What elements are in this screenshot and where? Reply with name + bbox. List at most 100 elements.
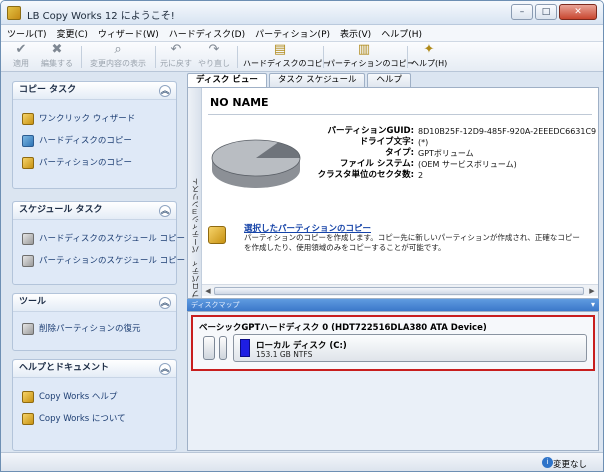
- sidebar-item-label: Copy Works ヘルプ: [39, 392, 118, 402]
- help-label: ヘルプ(H): [411, 59, 448, 68]
- minimize-button[interactable]: –: [511, 4, 533, 20]
- menu-view[interactable]: 表示(V): [340, 27, 371, 40]
- apply-button[interactable]: ✔ 適用: [7, 43, 35, 71]
- sidebar-item-label: ワンクリック ウィザード: [39, 114, 136, 124]
- info-value: GPTボリューム: [418, 149, 474, 158]
- partition-copy-icon: ▥: [357, 42, 371, 57]
- copy-disk-label: ハードディスクのコピー: [243, 59, 331, 68]
- partition-name: NO NAME: [210, 96, 269, 109]
- schedule-disk-icon: [22, 233, 34, 245]
- schedule-task-panel: スケジュール タスク ︽ ハードディスクのスケジュール コピー パーティションの…: [12, 201, 185, 285]
- chevron-down-icon[interactable]: ▾: [591, 299, 595, 311]
- hidden-partition-segment[interactable]: [219, 336, 227, 360]
- sidebar-item-restore-partition[interactable]: 削除パーティションの復元: [13, 318, 176, 340]
- redo-button[interactable]: ↷ やり直し: [197, 43, 231, 71]
- checkmark-icon: ✔: [15, 42, 27, 57]
- help-docs-title: ヘルプとドキュメント: [19, 363, 110, 373]
- collapse-icon[interactable]: ︽: [159, 297, 171, 309]
- wizard-icon: [22, 113, 34, 125]
- sidebar-item-partition-copy[interactable]: パーティションのコピー: [13, 152, 176, 174]
- schedule-partition-icon: [22, 255, 34, 267]
- copy-task-header[interactable]: コピー タスク ︽: [13, 82, 176, 100]
- tab-help[interactable]: ヘルプ: [367, 73, 411, 87]
- hidden-partition-segment[interactable]: [203, 336, 215, 360]
- help-button[interactable]: ✦ ヘルプ(H): [411, 43, 447, 71]
- edit-button[interactable]: ✖ 編集する: [39, 43, 75, 71]
- disk-entry[interactable]: ベーシックGPTハードディスク 0 (HDT722516DLA380 ATA D…: [191, 315, 595, 371]
- info-row: クラスタ単位のセクタ数: 2: [308, 170, 598, 181]
- tab-properties[interactable]: プロパティ: [190, 260, 201, 298]
- diskmap-header[interactable]: ディスクマップ ▾: [187, 299, 599, 311]
- menu-bar: ツール(T) 変更(C) ウィザード(W) ハードディスク(D) パーティション…: [1, 25, 603, 42]
- app-window: LB Copy Works 12 にようこそ! – □ ✕ ツール(T) 変更(…: [0, 0, 604, 472]
- window-controls: – □ ✕: [511, 4, 597, 20]
- menu-tools[interactable]: ツール(T): [7, 27, 47, 40]
- sidebar-item-schedule-disk-copy[interactable]: ハードディスクのスケジュール コピー: [13, 228, 185, 250]
- info-value: 8D10B25F-12D9-485F-920A-2EEEDC6631C9: [418, 127, 597, 136]
- info-key: タイプ:: [385, 148, 414, 158]
- sidebar-item-label: パーティションのスケジュール コピー: [39, 256, 186, 266]
- close-button[interactable]: ✕: [559, 4, 597, 20]
- sidebar-item-about[interactable]: Copy Works について: [13, 408, 176, 430]
- tools-panel: ツール ︽ 削除パーティションの復元: [12, 293, 177, 351]
- copy-partition-button[interactable]: ▥ パーティションのコピー: [327, 42, 415, 71]
- info-value: (*): [418, 138, 429, 147]
- info-key: ドライブ文字:: [359, 137, 414, 147]
- menu-help[interactable]: ヘルプ(H): [381, 27, 422, 40]
- tab-disk-view[interactable]: ディスク ビュー: [187, 73, 267, 87]
- copy-task-panel: コピー タスク ︽ ワンクリック ウィザード ハードディスクのコピー パーティシ…: [12, 81, 177, 189]
- show-changes-button[interactable]: ⌕ 変更内容の表示: [87, 43, 149, 71]
- collapse-icon[interactable]: ︽: [159, 363, 171, 375]
- menu-partition[interactable]: パーティション(P): [255, 27, 330, 40]
- tab-partition-list[interactable]: パーティションリスト: [190, 178, 201, 253]
- sidebar-item-help[interactable]: Copy Works ヘルプ: [13, 386, 176, 408]
- menu-wizard[interactable]: ウィザード(W): [98, 27, 159, 40]
- disk-copy-icon: ▤: [273, 42, 287, 57]
- partition-c-segment[interactable]: ローカル ディスク (C:) 153.1 GB NTFS: [233, 334, 587, 362]
- info-icon: i: [542, 457, 553, 468]
- status-text: 変更なし: [552, 460, 587, 470]
- sidebar-item-disk-copy[interactable]: ハードディスクのコピー: [13, 130, 176, 152]
- toolbar: ✔ 適用 ✖ 編集する ⌕ 変更内容の表示 ↶ 元に戻す ↷ やり直し ▤ ハー…: [1, 42, 603, 72]
- copy-partition-action: 選択したパーティションのコピー パーティションのコピーを作成します。コピー先に新…: [208, 222, 592, 258]
- disk-view-panel: パーティションリスト プロパティ NO NAME パーティションGUID: 8D…: [187, 87, 599, 299]
- help-icon: ✦: [423, 42, 435, 57]
- undo-icon: ↶: [170, 42, 182, 57]
- partition-size: 153.1 GB NTFS: [256, 350, 313, 359]
- schedule-task-header[interactable]: スケジュール タスク ︽: [13, 202, 176, 220]
- partition-copy-icon: [208, 226, 226, 244]
- help-docs-header[interactable]: ヘルプとドキュメント ︽: [13, 360, 176, 378]
- collapse-icon[interactable]: ︽: [159, 85, 171, 97]
- title-bar: LB Copy Works 12 にようこそ! – □ ✕: [1, 1, 603, 25]
- toolbar-separator: [81, 46, 82, 68]
- copy-disk-button[interactable]: ▤ ハードディスクのコピー: [243, 42, 331, 71]
- sidebar-item-one-click-wizard[interactable]: ワンクリック ウィザード: [13, 108, 176, 130]
- restore-icon: [22, 323, 34, 335]
- info-row: タイプ: GPTボリューム: [308, 148, 598, 159]
- scroll-left-icon[interactable]: ◀: [203, 286, 213, 296]
- toolbar-separator: [237, 46, 238, 68]
- tab-task-schedule[interactable]: タスク スケジュール: [268, 73, 366, 87]
- window-title: LB Copy Works 12 にようこそ!: [27, 11, 175, 22]
- menu-hard-disk[interactable]: ハードディスク(D): [169, 27, 245, 40]
- horizontal-scrollbar[interactable]: ◀ ▶: [202, 284, 598, 296]
- edit-label: 編集する: [41, 59, 73, 68]
- tools-header[interactable]: ツール ︽: [13, 294, 176, 312]
- menu-change[interactable]: 変更(C): [57, 27, 88, 40]
- help-docs-panel: ヘルプとドキュメント ︽ Copy Works ヘルプ Copy Works に…: [12, 359, 177, 451]
- undo-button[interactable]: ↶ 元に戻す: [159, 43, 193, 71]
- show-changes-label: 変更内容の表示: [90, 59, 146, 68]
- maximize-button[interactable]: □: [535, 4, 557, 20]
- apply-label: 適用: [13, 59, 29, 68]
- partition-info: パーティションGUID: 8D10B25F-12D9-485F-920A-2EE…: [308, 126, 598, 181]
- sidebar-item-schedule-partition-copy[interactable]: パーティションのスケジュール コピー: [13, 250, 185, 272]
- collapse-icon[interactable]: ︽: [159, 205, 171, 217]
- about-icon: [22, 413, 34, 425]
- magnifier-icon: ⌕: [114, 42, 122, 57]
- scroll-thumb[interactable]: [214, 287, 584, 295]
- info-key: ファイル システム:: [339, 159, 414, 169]
- partition-copy-icon: [22, 157, 34, 169]
- copy-task-title: コピー タスク: [19, 85, 77, 95]
- scroll-right-icon[interactable]: ▶: [587, 286, 597, 296]
- disk-pie-icon: [211, 139, 301, 188]
